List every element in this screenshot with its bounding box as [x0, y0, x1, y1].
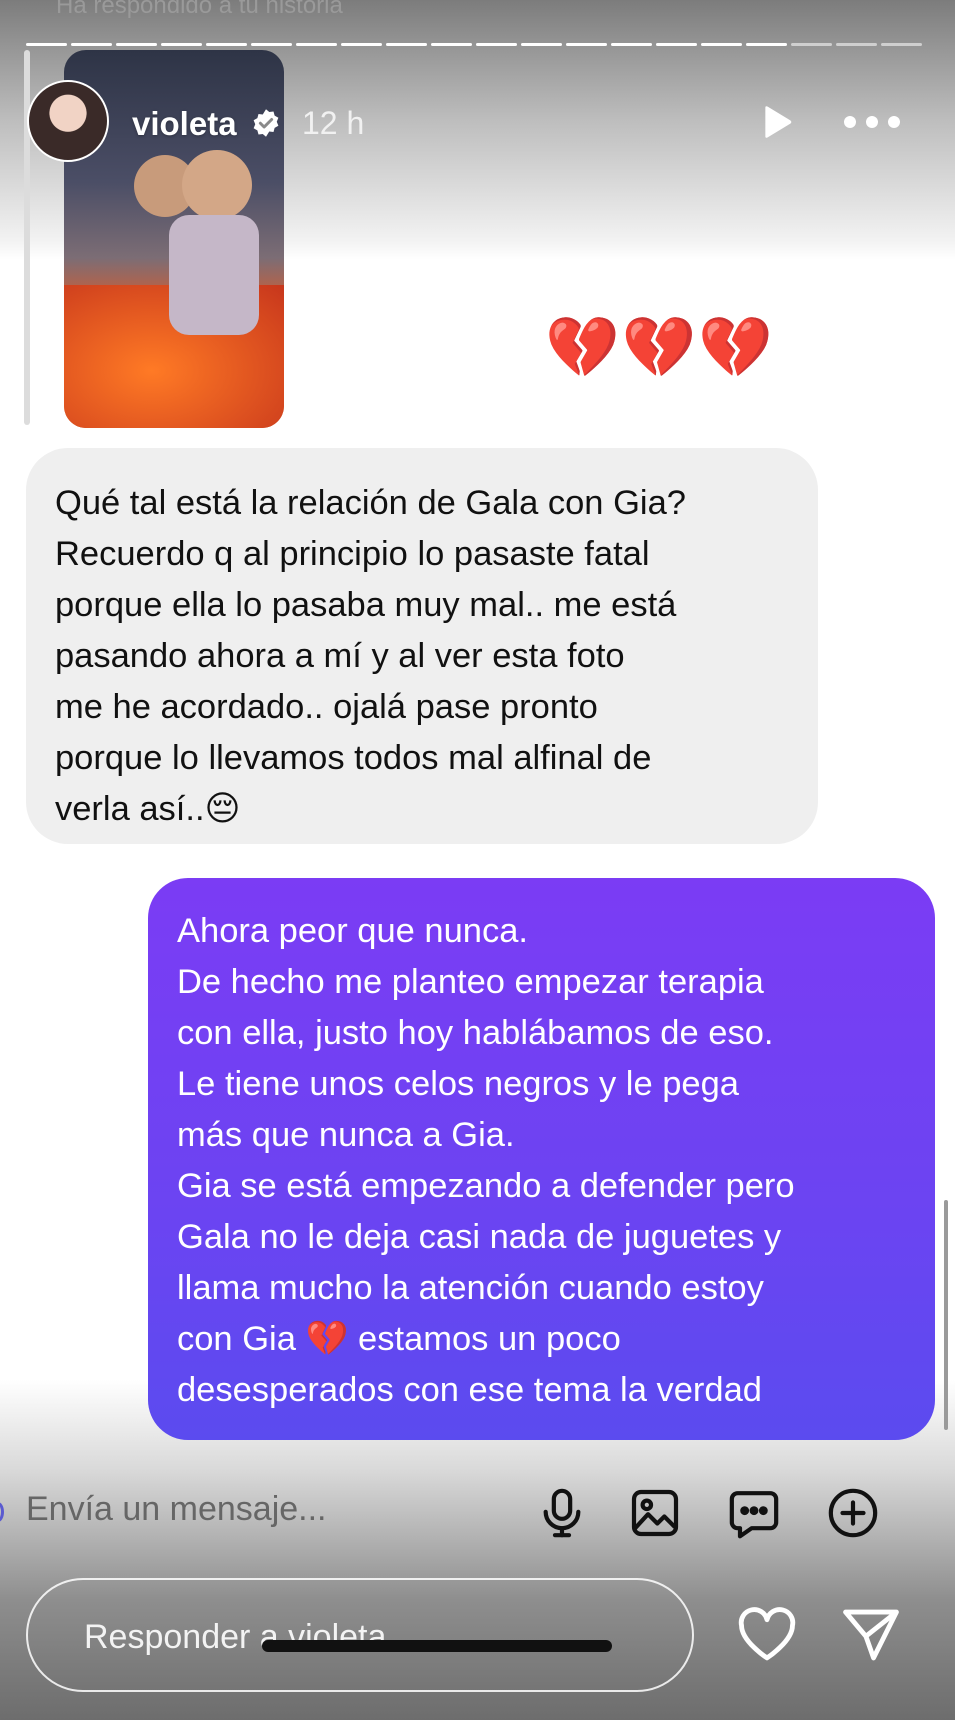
message-line: verla así..😔 [55, 790, 241, 828]
gallery-icon[interactable] [627, 1485, 683, 1541]
message-line: más que nunca a Gia. [177, 1116, 515, 1154]
play-icon[interactable] [757, 102, 797, 142]
progress-segment [791, 43, 832, 46]
sticker-chat-icon[interactable] [726, 1485, 782, 1541]
heart-icon[interactable] [736, 1607, 798, 1663]
progress-segment [701, 43, 742, 46]
message-line: desesperados con ese tema la verdad [177, 1371, 762, 1409]
reaction-emoji: 💔💔💔 [545, 314, 776, 381]
incoming-message: Qué tal está la relación de Gala con Gia… [26, 448, 818, 844]
message-line: Qué tal está la relación de Gala con Gia… [55, 484, 686, 522]
message-line: pasando ahora a mí y al ver esta foto [55, 637, 625, 675]
message-line: Ahora peor que nunca. [177, 912, 529, 950]
outgoing-message: Ahora peor que nunca. De hecho me plante… [148, 878, 935, 1440]
progress-segment [521, 43, 562, 46]
message-line: Gala no le deja casi nada de juguetes y [177, 1218, 782, 1256]
username[interactable]: violeta [132, 105, 237, 143]
reply-input[interactable]: Responder a violeta... [26, 1578, 694, 1692]
verified-badge-icon [253, 109, 279, 137]
message-line: Recuerdo q al principio lo pasaste fatal [55, 535, 650, 573]
progress-segment [746, 43, 787, 46]
message-line: con Gia 💔 estamos un poco [177, 1320, 621, 1358]
progress-segment [26, 43, 67, 46]
progress-segment [206, 43, 247, 46]
reply-hint: Ha respondido a tu historia [56, 0, 343, 19]
progress-segment [386, 43, 427, 46]
progress-segment [431, 43, 472, 46]
story-progress [26, 43, 926, 47]
message-line: me he acordado.. ojalá pase pronto [55, 688, 598, 726]
message-input[interactable]: Envía un mensaje... [26, 1490, 526, 1538]
progress-segment [836, 43, 877, 46]
message-line: llama mucho la atención cuando estoy [177, 1269, 764, 1307]
send-icon[interactable] [840, 1607, 902, 1663]
more-options-icon[interactable] [842, 112, 902, 132]
progress-segment [656, 43, 697, 46]
message-line: De hecho me planteo empezar terapia [177, 963, 764, 1001]
progress-segment [881, 43, 922, 46]
home-indicator [262, 1640, 612, 1652]
message-line: porque lo llevamos todos mal alfinal de [55, 739, 652, 777]
add-icon[interactable] [825, 1485, 881, 1541]
scrollbar[interactable] [944, 1200, 948, 1430]
progress-segment [161, 43, 202, 46]
thumbnail-dress [169, 215, 259, 335]
message-line: con ella, justo hoy hablábamos de eso. [177, 1014, 774, 1052]
progress-segment [341, 43, 382, 46]
progress-segment [611, 43, 652, 46]
microphone-icon[interactable] [534, 1485, 590, 1541]
message-line: Gia se está empezando a defender pero [177, 1167, 795, 1205]
message-line: porque ella lo pasaba muy mal.. me está [55, 586, 677, 624]
message-line: Le tiene unos celos negros y le pega [177, 1065, 739, 1103]
story-timestamp: 12 h [302, 105, 365, 141]
progress-segment [71, 43, 112, 46]
progress-segment [251, 43, 292, 46]
avatar[interactable] [27, 80, 109, 162]
progress-segment [296, 43, 337, 46]
thumbnail-child-right [182, 150, 252, 220]
progress-segment [116, 43, 157, 46]
progress-segment [566, 43, 607, 46]
progress-segment [476, 43, 517, 46]
